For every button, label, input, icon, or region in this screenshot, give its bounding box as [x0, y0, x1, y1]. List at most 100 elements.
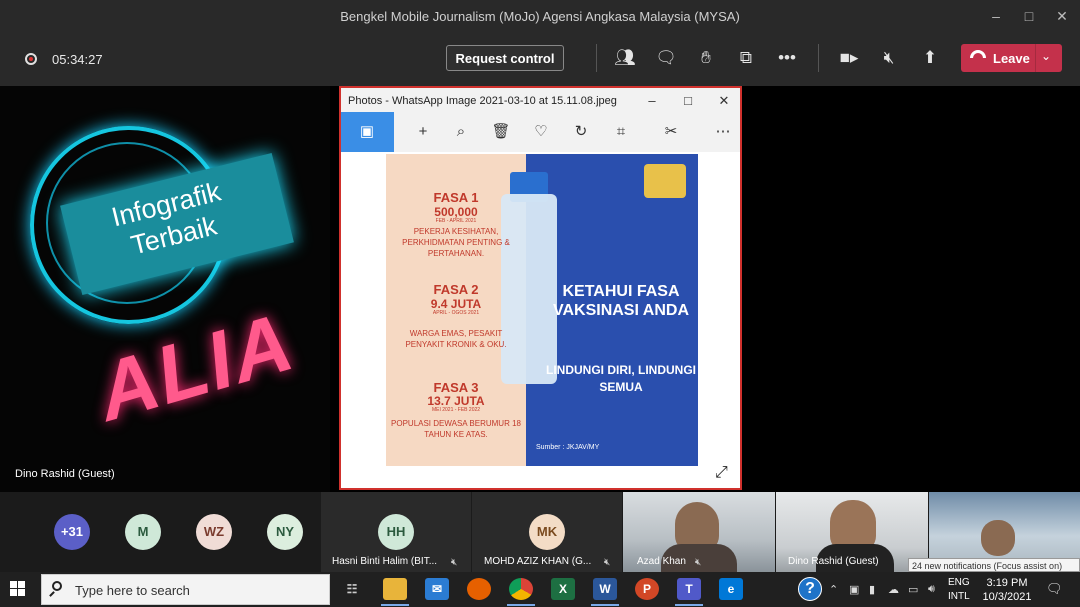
person-face	[981, 520, 1015, 556]
edge-icon[interactable]: e	[719, 578, 743, 600]
rotate-icon[interactable]: ↻	[569, 122, 593, 142]
favorite-icon[interactable]: ♡	[529, 122, 553, 142]
phase1-desc: PEKERJA KESIHATAN, PERKHIDMATAN PENTING …	[402, 227, 510, 258]
keyboard-layout: INTL	[948, 591, 970, 602]
phase2-count: 9.4 JUTA	[430, 297, 482, 311]
mic-off-icon: 🔇︎	[604, 557, 611, 568]
toolbar-divider	[818, 44, 819, 72]
camera-icon[interactable]: ■▸	[836, 46, 862, 70]
photo-canvas: FASA 1 500,000 FEB - APRIL 2021 PEKERJA …	[341, 152, 740, 488]
leave-button[interactable]: Leave ⌄	[961, 44, 1062, 72]
chevron-down-icon[interactable]: ⌄	[1041, 49, 1051, 63]
firefox-icon[interactable]	[467, 578, 491, 600]
crop-icon[interactable]: ⌗	[609, 122, 633, 142]
mic-off-icon: 🔇︎	[451, 557, 458, 568]
photos-window[interactable]: Photos - WhatsApp Image 2021-03-10 at 15…	[339, 86, 742, 490]
clock-time: 3:19 PM	[986, 577, 1028, 589]
help-icon[interactable]: ?	[798, 577, 822, 601]
hang-up-icon	[970, 50, 986, 58]
network-icon[interactable]: ☁	[888, 583, 899, 596]
infographic-source: Sumber : JKJAV/MY	[536, 444, 600, 451]
infographic-heading: KETAHUI FASA VAKSINASI ANDA	[552, 283, 689, 319]
more-icon[interactable]: ⋯	[711, 122, 735, 142]
participant-name: Azad Khan	[637, 556, 686, 567]
delete-icon[interactable]: 🗑︎	[489, 122, 513, 142]
phase3-title: FASA 3	[433, 380, 479, 395]
participant-video[interactable]: Dino Rashid (Guest)	[776, 492, 928, 572]
meeting-toolbar: 05:34:27 Request control 👥︎ 🗨︎ ✋︎ ⧉ ••• …	[0, 32, 1080, 86]
expand-icon[interactable]: ⤢	[715, 464, 728, 482]
phase1-title: FASA 1	[433, 190, 479, 205]
participant-avatar[interactable]: NY	[267, 514, 303, 550]
action-center-icon[interactable]: 🗨︎	[1046, 581, 1063, 597]
add-icon[interactable]: +	[411, 122, 435, 142]
toolbar-divider	[596, 44, 597, 72]
participant-avatar[interactable]: M	[125, 514, 161, 550]
window-title: Bengkel Mobile Journalism (MoJo) Agensi …	[340, 9, 740, 24]
participant-name: MOHD AZIZ KHAN (G...	[484, 556, 592, 567]
participant-tile[interactable]: MK MOHD AZIZ KHAN (G... 🔇︎	[472, 492, 622, 572]
volume-icon[interactable]: 🔊︎	[928, 583, 935, 596]
participant-video[interactable]: Azad Khan 🔇︎	[623, 492, 775, 572]
edit-icon[interactable]: ✂	[659, 122, 683, 142]
phase1-date: FEB - APRIL 2021	[435, 218, 477, 224]
breakout-rooms-icon[interactable]: ⧉	[733, 46, 759, 70]
input-language[interactable]: ENG INTL	[948, 576, 970, 604]
participant-name: Hasni Binti Halim (BIT...	[332, 556, 438, 567]
maximize-icon[interactable]: □	[1015, 6, 1043, 26]
notification-toast[interactable]: 24 new notifications (Focus assist on)	[908, 558, 1080, 572]
chat-icon[interactable]: 🗨︎	[653, 46, 679, 70]
powerpoint-icon[interactable]: P	[635, 578, 659, 600]
participant-avatar: HH	[378, 514, 414, 550]
overflow-participants-badge[interactable]: +31	[54, 514, 90, 550]
image-icon: ▣	[359, 123, 375, 140]
chrome-icon[interactable]	[509, 578, 533, 600]
participants-icon[interactable]: 👥︎	[612, 46, 638, 70]
mic-icon[interactable]: ▮	[869, 583, 875, 596]
coat-of-arms-logo	[644, 164, 686, 198]
close-icon[interactable]: ✕	[1048, 6, 1076, 26]
phase3-date: MEI 2021 - FEB 2022	[431, 407, 481, 413]
request-control-button[interactable]: Request control	[446, 45, 564, 71]
phase2-desc: WARGA EMAS, PESAKIT PENYAKIT KRONIK & OK…	[405, 329, 507, 349]
mail-icon[interactable]: ✉	[425, 578, 449, 600]
more-actions-icon[interactable]: •••	[774, 46, 800, 70]
taskbar-search[interactable]: Type here to search	[41, 574, 330, 605]
tray-chevron-icon[interactable]: ⌃	[829, 583, 838, 596]
teams-icon[interactable]: T	[677, 578, 701, 600]
search-placeholder: Type here to search	[75, 583, 190, 598]
photos-title: Photos - WhatsApp Image 2021-03-10 at 15…	[348, 95, 617, 107]
presenter-video: Infografik Terbaik ALIA Dino Rashid (Gue…	[0, 86, 330, 492]
battery-icon[interactable]: ▭	[908, 583, 918, 596]
photos-minimize-icon[interactable]: –	[641, 92, 663, 110]
meeting-stage: Infografik Terbaik ALIA Dino Rashid (Gue…	[0, 86, 1080, 492]
phase3-desc: POPULASI DEWASA BERUMUR 18 TAHUN KE ATAS…	[391, 419, 521, 439]
meet-now-icon[interactable]: ▣	[849, 583, 859, 596]
active-indicator	[507, 604, 535, 606]
participant-name: Dino Rashid (Guest)	[788, 556, 879, 567]
photos-toolbar: ▣ + ⌕ 🗑︎ ♡ ↻ ⌗ ✂ ⋯	[341, 112, 740, 152]
infographic-subheading: LINDUNGI DIRI, LINDUNGI SEMUA	[546, 363, 696, 394]
file-explorer-icon[interactable]	[383, 578, 407, 600]
excel-icon[interactable]: X	[551, 578, 575, 600]
participant-tile[interactable]: HH Hasni Binti Halim (BIT... 🔇︎	[321, 492, 471, 572]
phase1-count: 500,000	[434, 205, 478, 219]
participant-avatar[interactable]: WZ	[196, 514, 232, 550]
photos-maximize-icon[interactable]: □	[677, 92, 699, 110]
windows-start-icon[interactable]	[10, 581, 26, 597]
presenter-name: Dino Rashid (Guest)	[15, 468, 115, 480]
taskbar-clock[interactable]: 3:19 PM 10/3/2021	[979, 576, 1035, 604]
photos-close-icon[interactable]: ✕	[713, 92, 735, 110]
zoom-icon[interactable]: ⌕	[449, 122, 473, 142]
minimize-icon[interactable]: –	[982, 6, 1010, 26]
word-icon[interactable]: W	[593, 578, 617, 600]
active-indicator	[675, 604, 703, 606]
reactions-icon[interactable]: ✋︎	[693, 46, 719, 70]
leave-divider	[1035, 44, 1036, 72]
mic-off-icon[interactable]: 🔇︎	[876, 46, 902, 70]
phase2-title: FASA 2	[433, 282, 479, 297]
share-screen-icon[interactable]: ⬆︎	[917, 46, 943, 70]
task-view-icon[interactable]: ☷	[340, 578, 364, 600]
view-image-button[interactable]: ▣	[341, 112, 394, 152]
active-indicator	[591, 604, 619, 606]
